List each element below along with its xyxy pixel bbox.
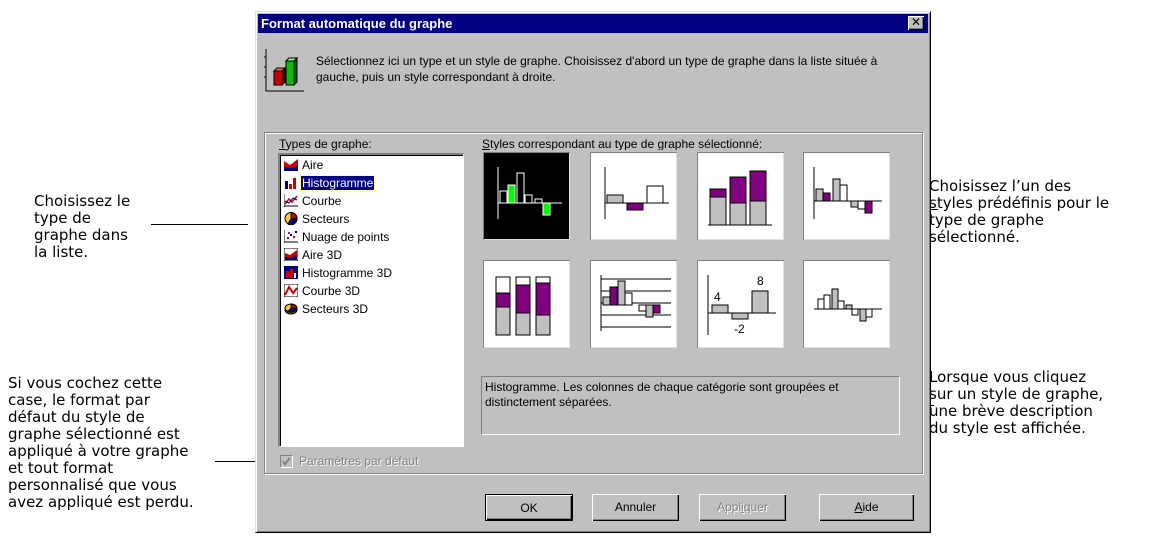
style-preview-2 bbox=[604, 167, 669, 219]
style-thumbnail-6[interactable] bbox=[588, 258, 679, 350]
list-item-courbe[interactable]: Courbe bbox=[284, 193, 342, 210]
close-icon: ✕ bbox=[910, 15, 922, 29]
style-preview-6 bbox=[600, 275, 671, 331]
dialog-title: Format automatique du graphe bbox=[261, 16, 453, 31]
style-preview-4 bbox=[813, 167, 882, 219]
autoformat-dialog: Format automatique du graphe ✕ Sélection… bbox=[255, 11, 931, 533]
callout-choose-style: Choisissez l’un des styles prédéfinis pou… bbox=[929, 177, 1110, 246]
column-chart-icon bbox=[285, 178, 296, 189]
ok-label: OK bbox=[520, 501, 538, 515]
list-item-secteurs-3d[interactable]: Secteurs 3D bbox=[284, 301, 369, 318]
list-item-histogramme-3d[interactable]: Histogramme 3D bbox=[284, 265, 393, 282]
close-button[interactable]: ✕ bbox=[908, 16, 924, 30]
style-preview-3 bbox=[708, 170, 772, 226]
ok-button[interactable]: OK bbox=[485, 494, 573, 521]
callout-choose-type: Choisissez le type de graphe dans la liste… bbox=[34, 192, 131, 261]
column-3d-chart-icon bbox=[284, 266, 298, 279]
list-item-aire[interactable]: Aire bbox=[284, 157, 324, 174]
style-thumbnail-4[interactable] bbox=[801, 150, 892, 242]
style-description: Histogramme. Les colonnes de chaque caté… bbox=[481, 376, 900, 435]
style-thumbnail-3[interactable] bbox=[695, 150, 786, 242]
cancel-button[interactable]: Annuler bbox=[592, 494, 679, 521]
label-neg2: -2 bbox=[734, 322, 745, 336]
area-chart-icon bbox=[284, 159, 298, 171]
default-params-checkbox[interactable] bbox=[280, 455, 293, 468]
style-thumbnail-5[interactable] bbox=[481, 258, 572, 350]
line-chart-icon bbox=[284, 194, 298, 207]
checkmark-icon bbox=[282, 457, 291, 466]
style-preview-5 bbox=[495, 276, 551, 336]
list-item-aire-3d[interactable]: Aire 3D bbox=[284, 247, 343, 264]
area-3d-chart-icon bbox=[284, 248, 298, 261]
label-4: 4 bbox=[714, 290, 721, 304]
cancel-label: Annuler bbox=[614, 500, 657, 514]
style-thumbnail-7[interactable]: 4 -2 8 bbox=[695, 258, 786, 350]
style-thumbnail-1[interactable] bbox=[481, 150, 572, 242]
style-preview-7: 4 -2 8 bbox=[707, 274, 776, 336]
chart-types-list[interactable]: Aire Histogramme Courbe Secteurs Nuage d… bbox=[278, 153, 464, 447]
callout-description: Lorsque vous cliquez sur un style de grap… bbox=[929, 368, 1104, 437]
callout-line-choose-type bbox=[151, 224, 248, 225]
dialog-intro-text: Sélectionnez ici un type et un style de … bbox=[316, 54, 878, 84]
style-thumbnail-8[interactable] bbox=[801, 258, 892, 350]
types-label: Types de graphe: bbox=[279, 137, 372, 151]
style-preview-1 bbox=[497, 167, 562, 219]
pie-chart-icon bbox=[284, 212, 298, 225]
line-3d-chart-icon bbox=[284, 284, 298, 297]
style-preview-8 bbox=[814, 288, 882, 322]
chart-header-icon bbox=[264, 49, 304, 92]
default-params-label: Paramètres par défaut bbox=[299, 454, 419, 468]
apply-button[interactable]: Appliquer bbox=[699, 494, 786, 521]
callout-default-params: Si vous cochez cette case, le format par … bbox=[8, 374, 194, 511]
scatter-chart-icon bbox=[284, 230, 298, 243]
list-item-courbe-3d[interactable]: Courbe 3D bbox=[284, 283, 361, 300]
list-item-histogramme[interactable]: Histogramme bbox=[284, 175, 376, 192]
list-item-secteurs[interactable]: Secteurs bbox=[284, 211, 350, 228]
styles-label: Styles correspondant au type de graphe s… bbox=[482, 137, 763, 151]
pie-3d-chart-icon bbox=[284, 303, 298, 315]
help-button[interactable]: Aide bbox=[819, 494, 914, 521]
list-item-nuage-de-points[interactable]: Nuage de points bbox=[284, 229, 390, 246]
dialog-title-bar: Format automatique du graphe ✕ bbox=[258, 14, 928, 33]
label-8: 8 bbox=[757, 274, 764, 288]
style-thumbnail-2[interactable] bbox=[588, 150, 679, 242]
